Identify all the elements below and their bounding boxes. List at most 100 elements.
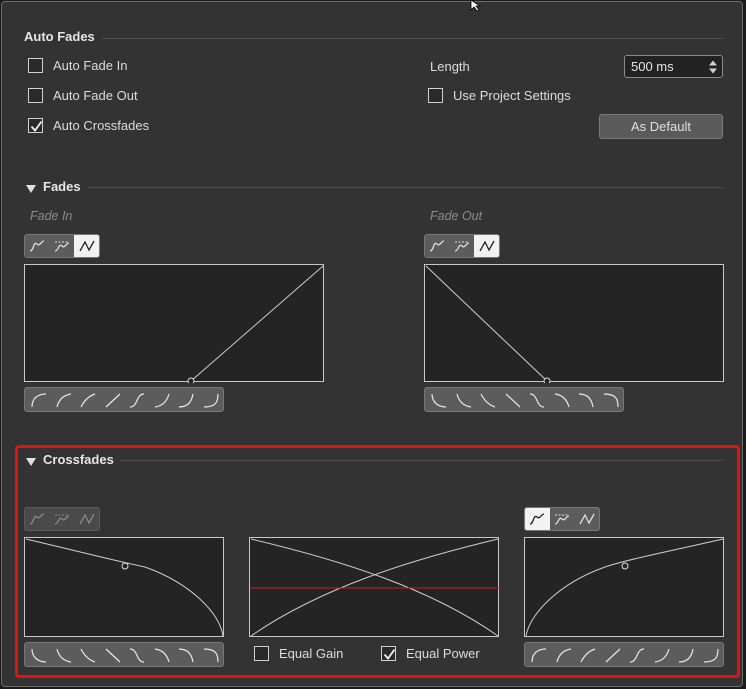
auto-crossfades-checkbox[interactable] <box>28 118 43 133</box>
equal-power-option[interactable]: Equal Power <box>381 646 480 661</box>
linear-interpolation-icon[interactable] <box>574 508 599 530</box>
spline-interpolation-icon <box>25 508 50 530</box>
fades-collapse-icon[interactable] <box>26 182 36 197</box>
auto-fades-dialog: Auto Fades Auto Fade In Auto Fade Out Au… <box>1 1 743 687</box>
fade-out-preset-3-icon[interactable] <box>476 388 501 411</box>
fade-out-mode-group <box>424 234 500 258</box>
crossfade-fade-in-mode-group <box>524 507 600 531</box>
auto-fade-in-option[interactable]: Auto Fade In <box>28 58 127 73</box>
auto-fade-out-label: Auto Fade Out <box>53 88 138 103</box>
equal-gain-label: Equal Gain <box>279 646 344 661</box>
fade-in-preset-2-icon[interactable] <box>552 643 577 666</box>
equal-gain-checkbox[interactable] <box>254 646 269 661</box>
damped-spline-icon[interactable] <box>50 235 75 257</box>
fade-out-preset-8-icon[interactable] <box>199 643 224 666</box>
crossfades-divider <box>120 460 723 461</box>
auto-crossfades-label: Auto Crossfades <box>53 118 150 133</box>
fade-out-preset-scurve-icon[interactable] <box>525 388 550 411</box>
fade-in-preset-8-icon[interactable] <box>699 643 724 666</box>
fade-out-preset-linear-icon[interactable] <box>501 388 526 411</box>
length-label: Length <box>430 59 470 74</box>
equal-power-checkbox[interactable] <box>381 646 396 661</box>
linear-interpolation-icon[interactable] <box>74 235 99 257</box>
crossfade-fade-in-handle[interactable] <box>621 562 629 570</box>
fade-in-preset-scurve-icon[interactable] <box>125 388 150 411</box>
fade-out-preset-1-icon[interactable] <box>27 643 52 666</box>
length-spinbox[interactable]: 500 ms <box>624 55 723 78</box>
fade-out-preset-7-icon[interactable] <box>174 643 199 666</box>
crossfade-fade-out-handle[interactable] <box>121 562 129 570</box>
fade-in-preset-6-icon[interactable] <box>150 388 175 411</box>
fade-out-preset-7-icon[interactable] <box>574 388 599 411</box>
fade-out-preset-3-icon[interactable] <box>76 643 101 666</box>
fade-out-preset-6-icon[interactable] <box>150 643 175 666</box>
fade-out-preset-8-icon[interactable] <box>599 388 624 411</box>
crossfade-fade-out-presets <box>24 642 224 667</box>
crossfade-fade-in-curve <box>525 538 724 637</box>
fade-out-preset-6-icon[interactable] <box>550 388 575 411</box>
fades-divider <box>88 187 723 188</box>
spline-interpolation-icon[interactable] <box>425 235 450 257</box>
use-project-settings-option[interactable]: Use Project Settings <box>428 88 571 103</box>
use-project-settings-label: Use Project Settings <box>453 88 571 103</box>
fade-in-curve-handle[interactable] <box>187 377 195 383</box>
fade-in-preset-6-icon[interactable] <box>650 643 675 666</box>
length-value: 500 ms <box>631 59 674 74</box>
crossfade-fade-in-editor[interactable] <box>524 537 724 637</box>
auto-fade-in-label: Auto Fade In <box>53 58 128 73</box>
fade-in-preset-1-icon[interactable] <box>27 388 52 411</box>
fade-out-presets <box>424 387 624 412</box>
fades-title: Fades <box>43 179 81 194</box>
fade-out-label: Fade Out <box>430 209 483 223</box>
crossfades-title: Crossfades <box>43 452 114 467</box>
crossfade-fade-out-editor[interactable] <box>24 537 224 637</box>
fade-in-curve <box>190 265 324 382</box>
fade-in-preset-1-icon[interactable] <box>527 643 552 666</box>
auto-fade-out-option[interactable]: Auto Fade Out <box>28 88 138 103</box>
fade-out-curve-editor[interactable] <box>424 264 724 383</box>
spline-interpolation-icon[interactable] <box>525 508 550 530</box>
fade-in-label: Fade In <box>30 209 73 223</box>
fade-out-curve <box>425 265 548 382</box>
auto-fades-title: Auto Fades <box>24 29 95 44</box>
spline-interpolation-icon[interactable] <box>25 235 50 257</box>
crossfades-collapse-icon[interactable] <box>26 455 36 470</box>
as-default-button[interactable]: As Default <box>599 114 723 139</box>
auto-crossfades-option[interactable]: Auto Crossfades <box>28 118 149 133</box>
fade-in-mode-group <box>24 234 100 258</box>
fade-in-preset-3-icon[interactable] <box>76 388 101 411</box>
fade-in-preset-8-icon[interactable] <box>199 388 224 411</box>
auto-fade-in-checkbox[interactable] <box>28 58 43 73</box>
auto-fades-divider <box>102 38 723 39</box>
crossfade-fade-in-presets <box>524 642 724 667</box>
fade-in-preset-linear-icon[interactable] <box>101 388 126 411</box>
damped-spline-icon[interactable] <box>450 235 475 257</box>
use-project-settings-checkbox[interactable] <box>428 88 443 103</box>
fade-in-preset-7-icon[interactable] <box>174 388 199 411</box>
fade-out-preset-1-icon[interactable] <box>427 388 452 411</box>
equal-gain-option[interactable]: Equal Gain <box>254 646 343 661</box>
fade-in-presets <box>24 387 224 412</box>
fade-out-preset-scurve-icon[interactable] <box>125 643 150 666</box>
linear-interpolation-icon <box>74 508 99 530</box>
fade-out-preset-linear-icon[interactable] <box>101 643 126 666</box>
checkmark-icon <box>383 648 396 660</box>
fade-out-preset-2-icon[interactable] <box>52 643 77 666</box>
fade-out-preset-2-icon[interactable] <box>452 388 477 411</box>
linear-interpolation-icon[interactable] <box>474 235 499 257</box>
fade-in-curve-editor[interactable] <box>24 264 324 383</box>
equal-power-label: Equal Power <box>406 646 480 661</box>
crossfade-fade-out-mode-group <box>24 507 100 531</box>
fade-out-curve-handle[interactable] <box>543 377 551 383</box>
mouse-pointer-icon <box>470 0 484 15</box>
auto-fade-out-checkbox[interactable] <box>28 88 43 103</box>
fade-in-preset-scurve-icon[interactable] <box>625 643 650 666</box>
spinner-arrows-icon[interactable] <box>708 59 718 75</box>
fade-in-preset-7-icon[interactable] <box>674 643 699 666</box>
fade-in-preset-2-icon[interactable] <box>52 388 77 411</box>
fade-in-preset-3-icon[interactable] <box>576 643 601 666</box>
fade-in-preset-linear-icon[interactable] <box>601 643 626 666</box>
crossfade-preview <box>249 537 500 637</box>
damped-spline-icon[interactable] <box>550 508 575 530</box>
crossfade-fade-out-curve <box>25 538 224 637</box>
